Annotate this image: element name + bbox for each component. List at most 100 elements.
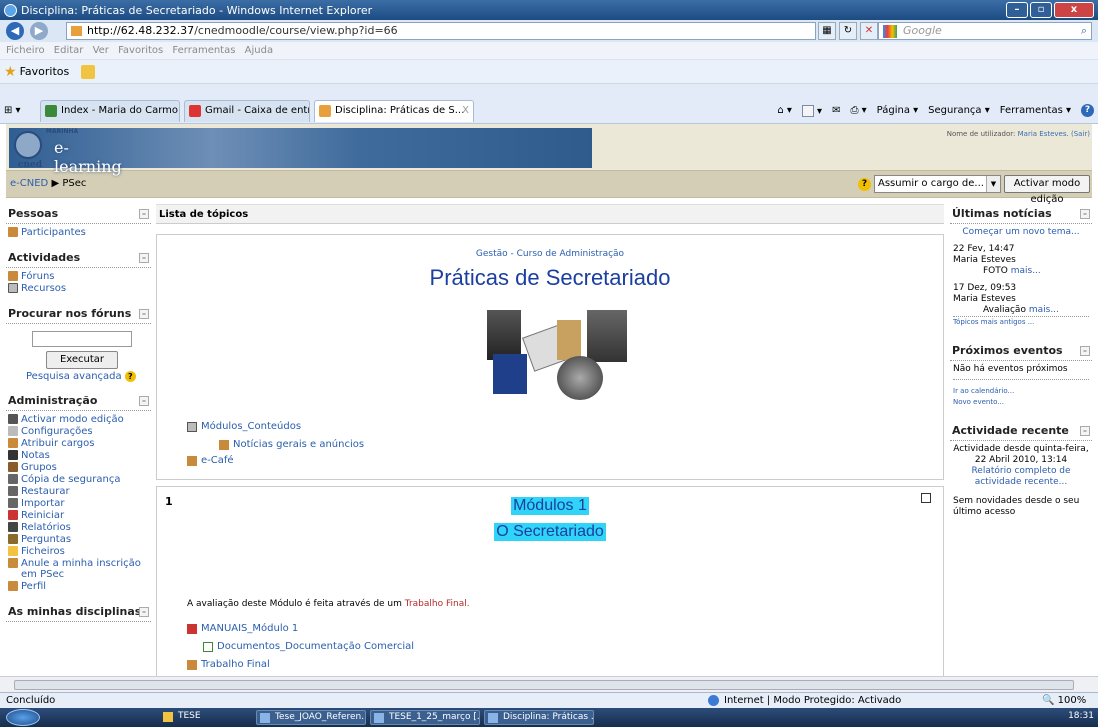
advanced-search-link[interactable]: Pesquisa avançada xyxy=(26,371,122,382)
help-icon[interactable]: ? xyxy=(1081,104,1094,117)
profile-link[interactable]: Perfil xyxy=(21,581,46,592)
role-help-icon[interactable]: ? xyxy=(858,178,871,191)
new-topic-link[interactable]: Começar um novo tema... xyxy=(962,227,1079,237)
documentos-link[interactable]: Documentos_Documentação Comercial xyxy=(217,641,414,652)
site-logo[interactable]: MARINHA e-learning cned xyxy=(10,128,130,176)
gmail-icon xyxy=(189,105,201,117)
clock[interactable]: 18:31 xyxy=(1068,711,1094,721)
tools-menu[interactable]: Ferramentas ▾ xyxy=(1000,105,1071,116)
collapse-icon[interactable]: – xyxy=(1080,209,1090,219)
search-box[interactable]: Google ⌕ xyxy=(878,22,1092,40)
collapse-icon[interactable]: – xyxy=(139,309,149,319)
back-button[interactable]: ◀ xyxy=(6,22,24,40)
full-report-link[interactable]: Relatório completo de actividade recente… xyxy=(971,466,1070,487)
role-select[interactable]: Assumir o cargo de... ▼ xyxy=(874,175,1001,193)
edit-mode-button[interactable]: Activar modo edição xyxy=(1004,175,1090,205)
compat-view-icon[interactable]: ▦ xyxy=(818,22,836,40)
print-icon[interactable]: ⎙ ▾ xyxy=(850,105,866,116)
security-zone-text: Internet | Modo Protegido: Activado xyxy=(724,695,902,706)
execute-button[interactable]: Executar xyxy=(46,351,118,369)
logout-link[interactable]: (Sair) xyxy=(1071,130,1090,138)
final-work-link[interactable]: Trabalho Final. xyxy=(405,599,470,609)
edit-mode-link[interactable]: Activar modo edição xyxy=(21,414,124,425)
backup-link[interactable]: Cópia de segurança xyxy=(21,474,120,485)
mail-icon[interactable]: ✉ xyxy=(832,105,840,116)
add-favorite-icon[interactable] xyxy=(81,64,96,79)
collapse-icon[interactable]: – xyxy=(139,253,149,263)
forward-button[interactable]: ▶ xyxy=(30,22,48,40)
collapse-icon[interactable]: – xyxy=(1080,426,1090,436)
reports-link[interactable]: Relatórios xyxy=(21,522,71,533)
forum-icon xyxy=(8,271,18,281)
more-link[interactable]: mais... xyxy=(1029,305,1059,315)
menu-tools[interactable]: Ferramentas xyxy=(172,45,235,56)
taskbar-item[interactable]: Disciplina: Práticas ... xyxy=(484,710,594,725)
quick-tabs-icon[interactable]: ⊞ ▾ xyxy=(4,102,36,120)
news-forum-link[interactable]: Notícias gerais e anúncios xyxy=(233,439,364,450)
trabalho-final-link[interactable]: Trabalho Final xyxy=(201,659,270,670)
menu-view[interactable]: Ver xyxy=(93,45,109,56)
groups-link[interactable]: Grupos xyxy=(21,462,57,473)
address-bar[interactable]: http://62.48.232.37/cnedmoodle/course/vi… xyxy=(66,22,816,40)
tab-index[interactable]: Index - Maria do Carmo D... xyxy=(40,100,180,122)
page-menu[interactable]: Página ▾ xyxy=(877,105,919,116)
collapse-icon[interactable]: – xyxy=(139,209,149,219)
forum-search-input[interactable] xyxy=(32,331,132,347)
questions-link[interactable]: Perguntas xyxy=(21,534,71,545)
crumb-root-link[interactable]: e-CNED xyxy=(10,178,48,189)
home-icon[interactable]: ⌂ ▾ xyxy=(777,105,792,116)
modulos-conteudos-link[interactable]: Módulos_Conteúdos xyxy=(201,421,301,432)
more-link[interactable]: mais... xyxy=(1011,266,1041,276)
start-button[interactable] xyxy=(6,709,40,726)
menu-favorites[interactable]: Favoritos xyxy=(118,45,163,56)
help-icon[interactable]: ? xyxy=(124,371,136,382)
stop-icon[interactable]: ✕ xyxy=(860,22,878,40)
forums-link[interactable]: Fóruns xyxy=(21,271,55,282)
close-window-button[interactable]: x xyxy=(1054,2,1094,18)
maximize-button[interactable]: ▫ xyxy=(1030,2,1052,18)
collapse-icon[interactable]: – xyxy=(139,396,149,406)
settings-link[interactable]: Configurações xyxy=(21,426,93,437)
unenrol-link[interactable]: Anule a minha inscrição em PSec xyxy=(21,558,149,580)
refresh-icon[interactable]: ↻ xyxy=(839,22,857,40)
tab-gmail[interactable]: Gmail - Caixa de entrada (... xyxy=(184,100,310,122)
taskbar-item[interactable]: TESE xyxy=(160,710,252,725)
older-topics-link[interactable]: Tópicos mais antigos ... xyxy=(953,318,1034,326)
minimize-button[interactable]: – xyxy=(1006,2,1028,18)
block-title: Últimas notícias xyxy=(952,207,1052,220)
post-date: 17 Dez, 09:53 xyxy=(953,283,1017,293)
scroll-thumb[interactable] xyxy=(14,680,1074,690)
tab-row: ⊞ ▾ Index - Maria do Carmo D... Gmail - … xyxy=(0,84,1098,124)
menu-help[interactable]: Ajuda xyxy=(245,45,273,56)
import-link[interactable]: Importar xyxy=(21,498,64,509)
calendar-link[interactable]: Ir ao calendário... xyxy=(953,387,1014,395)
menu-file[interactable]: Ficheiro xyxy=(6,45,45,56)
tab-close-icon[interactable]: X xyxy=(462,101,469,121)
reset-link[interactable]: Reiniciar xyxy=(21,510,64,521)
new-event-link[interactable]: Novo evento... xyxy=(953,398,1004,406)
files-link[interactable]: Ficheiros xyxy=(21,546,65,557)
collapse-icon[interactable]: – xyxy=(1080,346,1090,356)
manuais-link[interactable]: MANUAIS_Módulo 1 xyxy=(201,623,298,634)
marinha-seal-icon xyxy=(14,131,42,159)
taskbar-item[interactable]: TESE_1_25_março [... xyxy=(370,710,480,725)
section-toggle-icon[interactable] xyxy=(921,493,931,503)
user-name-link[interactable]: Maria Esteves. xyxy=(1018,130,1069,138)
search-icon[interactable]: ⌕ xyxy=(1081,23,1087,39)
zoom-level[interactable]: 🔍 100% xyxy=(1042,693,1086,708)
resources-link[interactable]: Recursos xyxy=(21,283,66,294)
horizontal-scrollbar[interactable] xyxy=(0,676,1098,692)
grades-link[interactable]: Notas xyxy=(21,450,50,461)
ecafe-link[interactable]: e-Café xyxy=(201,455,234,466)
assign-roles-link[interactable]: Atribuir cargos xyxy=(21,438,94,449)
participants-link[interactable]: Participantes xyxy=(21,227,86,238)
tab-disciplina[interactable]: Disciplina: Práticas de S... X xyxy=(314,100,474,122)
favorites-button[interactable]: Favoritos xyxy=(20,65,70,78)
security-menu[interactable]: Segurança ▾ xyxy=(928,105,990,116)
main-column: Lista de tópicos Gestão - Curso de Admin… xyxy=(156,204,944,692)
collapse-icon[interactable]: – xyxy=(139,607,149,617)
feeds-icon[interactable]: ▾ xyxy=(801,104,822,117)
taskbar-item[interactable]: Tese_JOAO_Referen... xyxy=(256,710,366,725)
menu-edit[interactable]: Editar xyxy=(54,45,84,56)
restore-link[interactable]: Restaurar xyxy=(21,486,70,497)
